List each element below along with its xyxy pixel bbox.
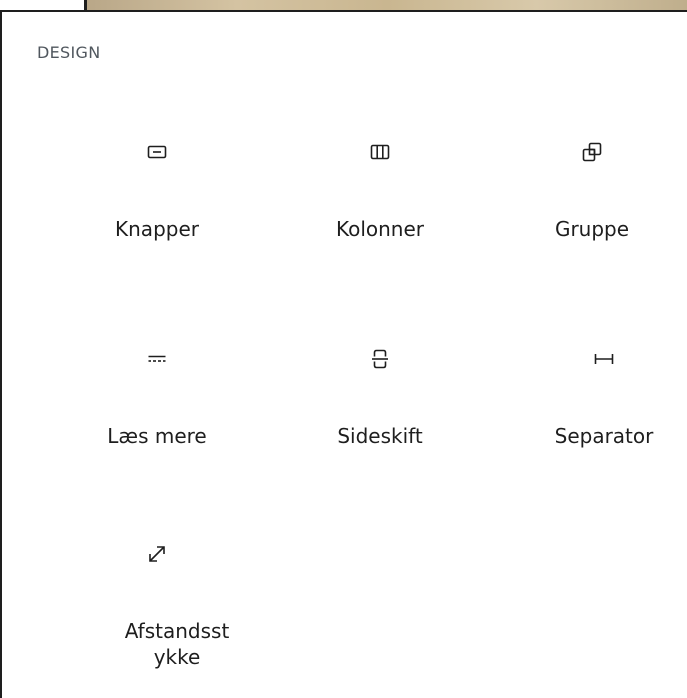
block-label: Separator	[554, 424, 654, 448]
block-item-spacer[interactable]: Afstandsstykke	[57, 542, 257, 682]
block-item-columns[interactable]: Kolonner	[280, 140, 480, 250]
block-label: Sideskift	[337, 424, 423, 448]
page-break-icon	[368, 347, 392, 371]
section-title: DESIGN	[37, 43, 101, 62]
block-item-group[interactable]: Gruppe	[492, 140, 687, 250]
block-label: Gruppe	[554, 217, 630, 241]
block-label: Afstandsstykke	[124, 619, 230, 669]
buttons-icon	[145, 140, 169, 164]
block-item-separator[interactable]: Separator	[504, 347, 687, 457]
block-label: Læs mere	[107, 424, 207, 448]
block-label: Kolonner	[335, 217, 425, 241]
block-item-page-break[interactable]: Sideskift	[280, 347, 480, 457]
columns-icon	[368, 140, 392, 164]
group-icon	[580, 140, 604, 164]
block-item-buttons[interactable]: Knapper	[57, 140, 257, 250]
block-inserter-window: DESIGN Knapper Kolonner Gruppe Læs mere …	[0, 0, 687, 698]
separator-icon	[592, 347, 616, 371]
block-item-read-more[interactable]: Læs mere	[57, 347, 257, 457]
block-inserter-panel: DESIGN Knapper Kolonner Gruppe Læs mere …	[0, 10, 687, 698]
more-icon	[145, 347, 169, 371]
spacer-icon	[145, 542, 169, 566]
block-label: Knapper	[115, 217, 199, 241]
